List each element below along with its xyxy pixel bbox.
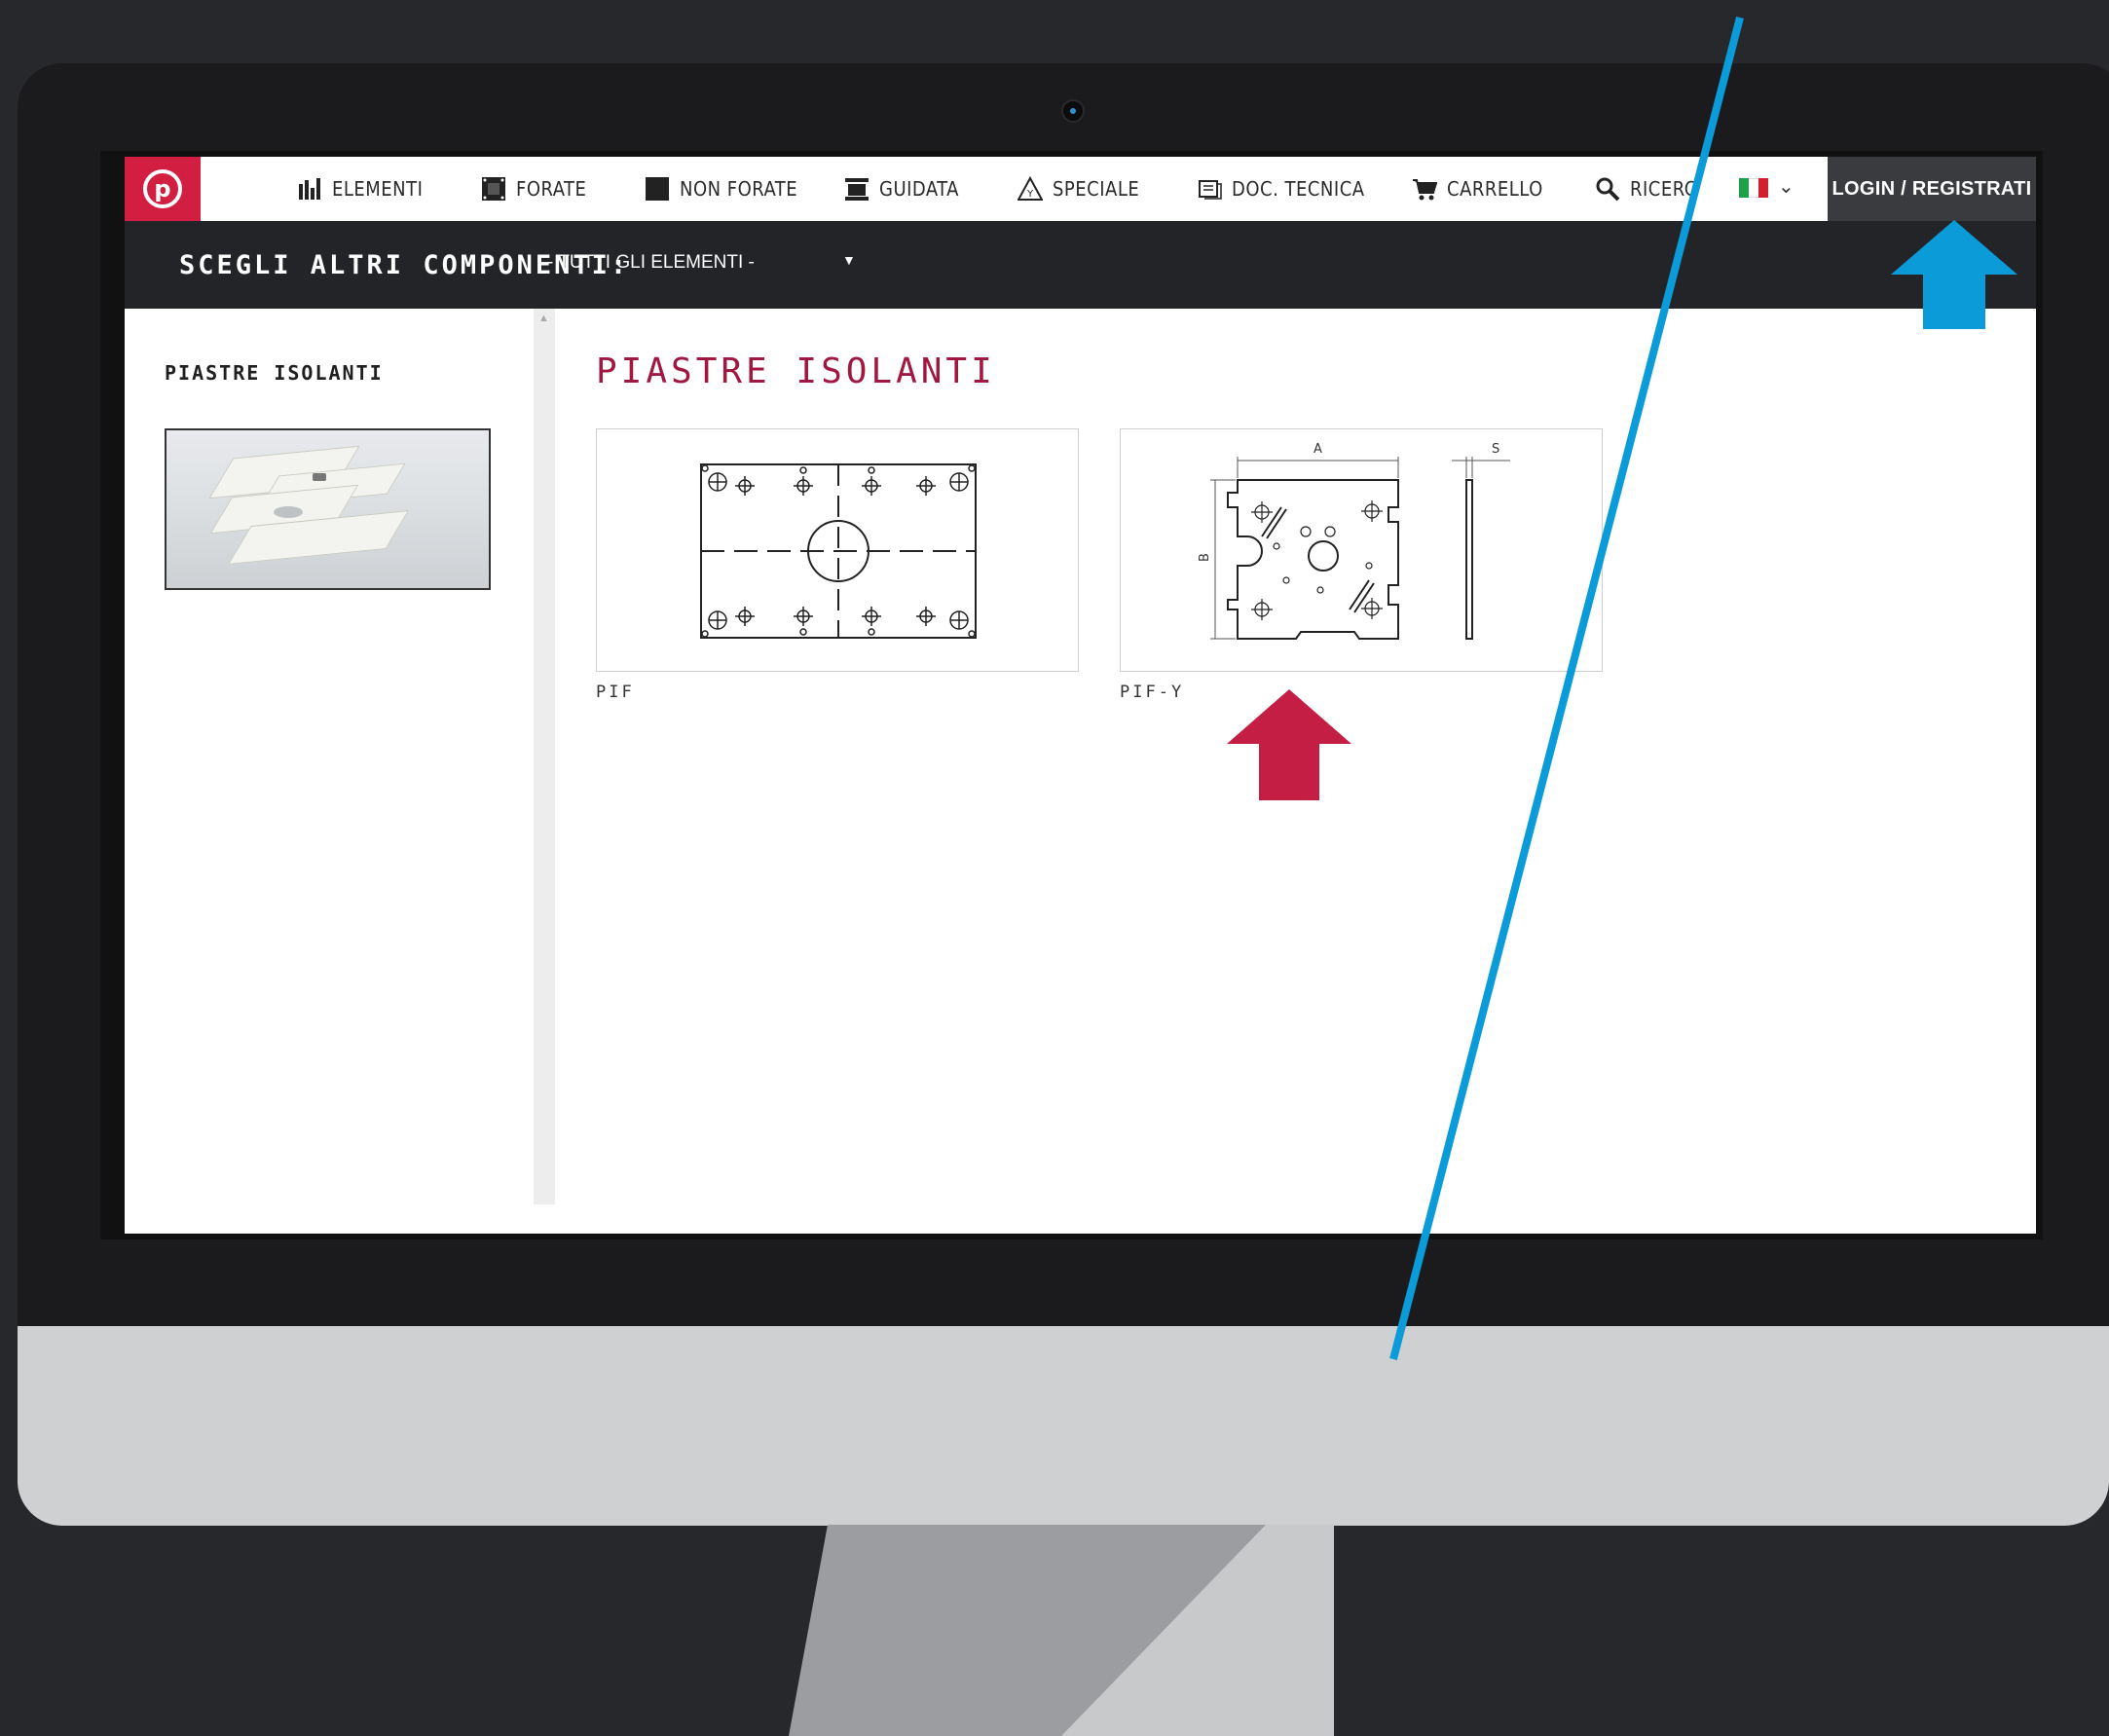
nav-label: DOC. TECNICA bbox=[1232, 177, 1365, 201]
site-logo[interactable]: p bbox=[125, 157, 201, 221]
webcam-icon bbox=[1061, 99, 1085, 123]
cart-icon bbox=[1412, 176, 1438, 202]
login-register-button[interactable]: LOGIN / REGISTRATI bbox=[1828, 157, 2036, 221]
dimension-b-label: B bbox=[1198, 553, 1212, 562]
pif-y-drawing: A B S bbox=[1198, 442, 1510, 640]
top-navigation: p ELEMENTI FORATE NON FORATE GUIDATA Y S… bbox=[125, 157, 2036, 222]
nav-item-guidata[interactable]: GUIDATA bbox=[844, 157, 959, 221]
monitor-screen: p ELEMENTI FORATE NON FORATE GUIDATA Y S… bbox=[100, 151, 2043, 1239]
logo-mark-icon: p bbox=[143, 169, 182, 208]
nav-item-ricerca[interactable]: RICERC bbox=[1595, 157, 1697, 221]
pif-drawing bbox=[700, 463, 977, 639]
dimension-s-label: S bbox=[1492, 442, 1499, 457]
component-select[interactable]: - TUTTI GLI ELEMENTI - bbox=[547, 252, 755, 274]
browser-viewport: p ELEMENTI FORATE NON FORATE GUIDATA Y S… bbox=[125, 157, 2036, 1234]
bar-chart-icon bbox=[297, 176, 322, 202]
product-card-pif-y[interactable]: A B S bbox=[1120, 428, 1603, 672]
nav-item-non-forate[interactable]: NON FORATE bbox=[645, 157, 797, 221]
nav-label: FORATE bbox=[516, 177, 587, 201]
product-card-pif[interactable] bbox=[596, 428, 1079, 672]
dimension-a-label: A bbox=[1314, 442, 1322, 457]
frame-icon bbox=[481, 176, 506, 202]
sidebar-title: PIASTRE ISOLANTI bbox=[165, 361, 384, 385]
dropdown-caret-icon[interactable]: ▼ bbox=[842, 252, 856, 268]
nav-label: NON FORATE bbox=[680, 177, 798, 201]
nav-label: SPECIALE bbox=[1053, 177, 1140, 201]
page-title: PIASTRE ISOLANTI bbox=[596, 351, 996, 391]
document-icon bbox=[1197, 176, 1222, 202]
monitor-chin bbox=[18, 1326, 2109, 1526]
search-icon bbox=[1595, 176, 1620, 202]
nav-item-forate[interactable]: FORATE bbox=[481, 157, 586, 221]
product-label-pif[interactable]: PIF bbox=[596, 683, 635, 702]
nav-label: RICERC bbox=[1630, 177, 1697, 201]
nav-item-speciale[interactable]: Y SPECIALE bbox=[1017, 157, 1140, 221]
nav-label: GUIDATA bbox=[879, 177, 959, 201]
language-flag-icon[interactable] bbox=[1739, 178, 1768, 198]
chevron-down-icon[interactable]: ⌄ bbox=[1778, 174, 1794, 199]
product-label-pif-y[interactable]: PIF-Y bbox=[1120, 683, 1184, 702]
annotation-arrow-red-icon bbox=[1227, 689, 1351, 800]
svg-text:Y: Y bbox=[1026, 189, 1034, 200]
nav-item-doc-tecnica[interactable]: DOC. TECNICA bbox=[1197, 157, 1365, 221]
nav-item-carrello[interactable]: CARRELLO bbox=[1412, 157, 1543, 221]
nav-label: ELEMENTI bbox=[332, 177, 424, 201]
scroll-up-icon[interactable]: ▲ bbox=[538, 313, 549, 324]
warning-triangle-icon: Y bbox=[1017, 175, 1044, 202]
nav-item-elementi[interactable]: ELEMENTI bbox=[297, 157, 423, 221]
guide-icon bbox=[844, 176, 870, 202]
solid-square-icon bbox=[645, 176, 670, 202]
component-selector-bar: SCEGLI ALTRI COMPONENTI: - TUTTI GLI ELE… bbox=[125, 221, 2036, 309]
vertical-scrollbar[interactable] bbox=[534, 309, 555, 1204]
annotation-arrow-blue-icon bbox=[1891, 220, 2017, 329]
category-thumbnail[interactable] bbox=[165, 428, 491, 590]
nav-label: CARRELLO bbox=[1447, 177, 1543, 201]
